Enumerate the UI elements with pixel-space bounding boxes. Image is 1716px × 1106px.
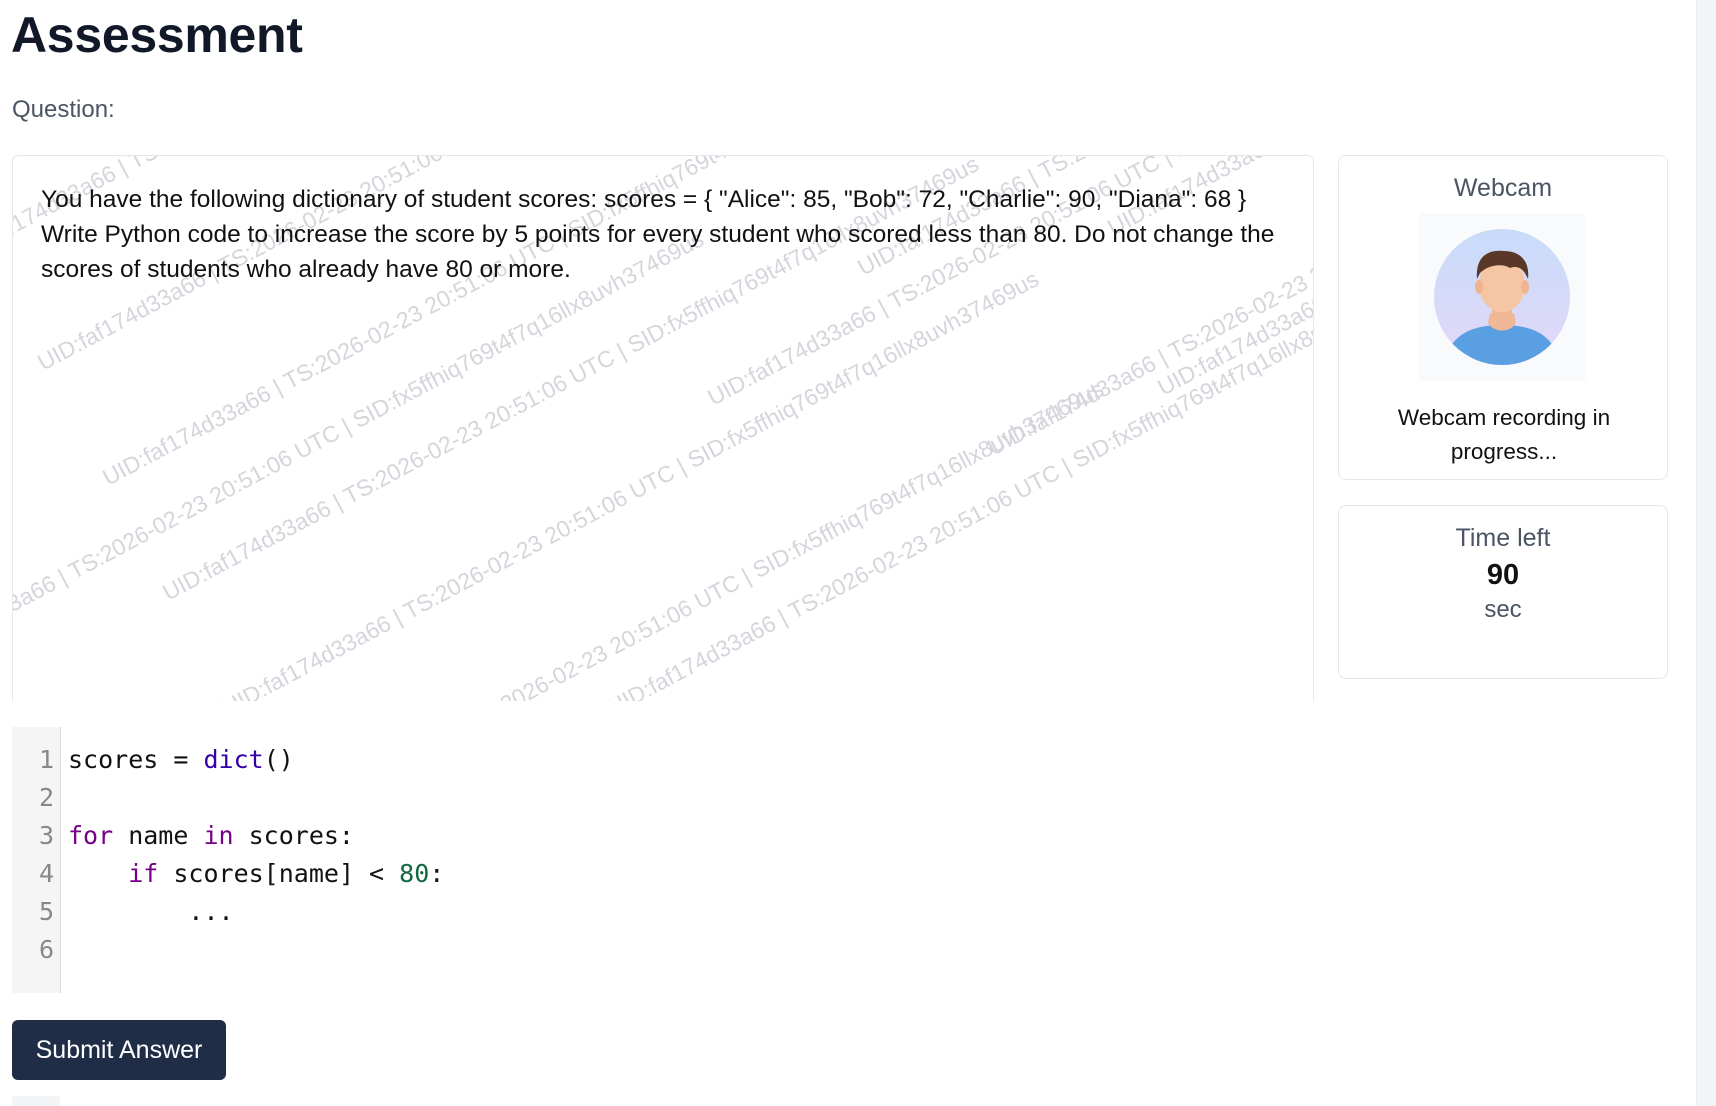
webcam-preview xyxy=(1418,213,1586,381)
timer-title: Time left xyxy=(1455,524,1551,552)
question-panel: UID:faf174d33a66 | TS:2026-02-23 20:51:0… xyxy=(12,155,1314,701)
line-number: 1 xyxy=(38,745,54,774)
timer-unit: sec xyxy=(1484,596,1522,623)
watermark-text: UID:faf174d33a66 | TS:2026-02-23 20:51:0… xyxy=(13,225,708,680)
webcam-title: Webcam xyxy=(1453,174,1553,202)
page-title: Assessment xyxy=(11,7,303,63)
timer-card: Time left 90 sec xyxy=(1338,505,1668,679)
line-number-gutter: 1 2 3 4 5 6 xyxy=(12,727,61,993)
code-token: scores: xyxy=(233,821,354,850)
submit-answer-button[interactable]: Submit Answer xyxy=(12,1020,226,1080)
question-text: You have the following dictionary of stu… xyxy=(41,186,1275,283)
code-token: 80 xyxy=(399,859,430,888)
question-label: Question: xyxy=(12,96,115,123)
watermark-text: UID:faf174d33a66 | TS:2026-02-23 20:51:0… xyxy=(218,265,1043,701)
code-token: () xyxy=(263,745,294,774)
code-line[interactable]: ... xyxy=(68,893,234,931)
code-token: scores = xyxy=(68,745,204,774)
webcam-status: Webcam recording in progress... xyxy=(1397,405,1611,464)
code-token: dict xyxy=(203,745,264,774)
code-token: ... xyxy=(68,897,234,926)
page-scrollbar[interactable] xyxy=(1696,0,1716,1106)
code-editor[interactable]: 1 2 3 4 5 6 scores = dict() for name in scores… xyxy=(12,727,1672,993)
editor-gutter-continuation xyxy=(12,1096,60,1106)
user-avatar-icon xyxy=(1434,229,1570,365)
code-token: for xyxy=(68,821,114,850)
code-token: name xyxy=(113,821,204,850)
code-line[interactable]: scores = dict() xyxy=(68,741,294,779)
line-number: 6 xyxy=(38,935,54,964)
code-line[interactable]: if scores[name] < 80: xyxy=(68,855,444,893)
code-token: in xyxy=(203,821,234,850)
code-token: : xyxy=(429,859,445,888)
code-token: if xyxy=(128,859,159,888)
line-number: 4 xyxy=(38,859,54,888)
watermark-text: UID:faf174d33a66 | TS:2026-02-23 20:51:0… xyxy=(603,265,1313,701)
line-number: 3 xyxy=(38,821,54,850)
webcam-card: Webcam Webcam recording in progress... xyxy=(1338,155,1668,480)
code-token: scores[name] < xyxy=(158,859,400,888)
timer-value: 90 xyxy=(1486,559,1520,591)
code-line[interactable]: for name in scores: xyxy=(68,817,354,855)
line-number: 2 xyxy=(38,783,54,812)
line-number: 5 xyxy=(38,897,54,926)
watermark-text: UID:faf174d33a66 | TS:2026-02-23 20:51:0… xyxy=(283,375,1108,701)
